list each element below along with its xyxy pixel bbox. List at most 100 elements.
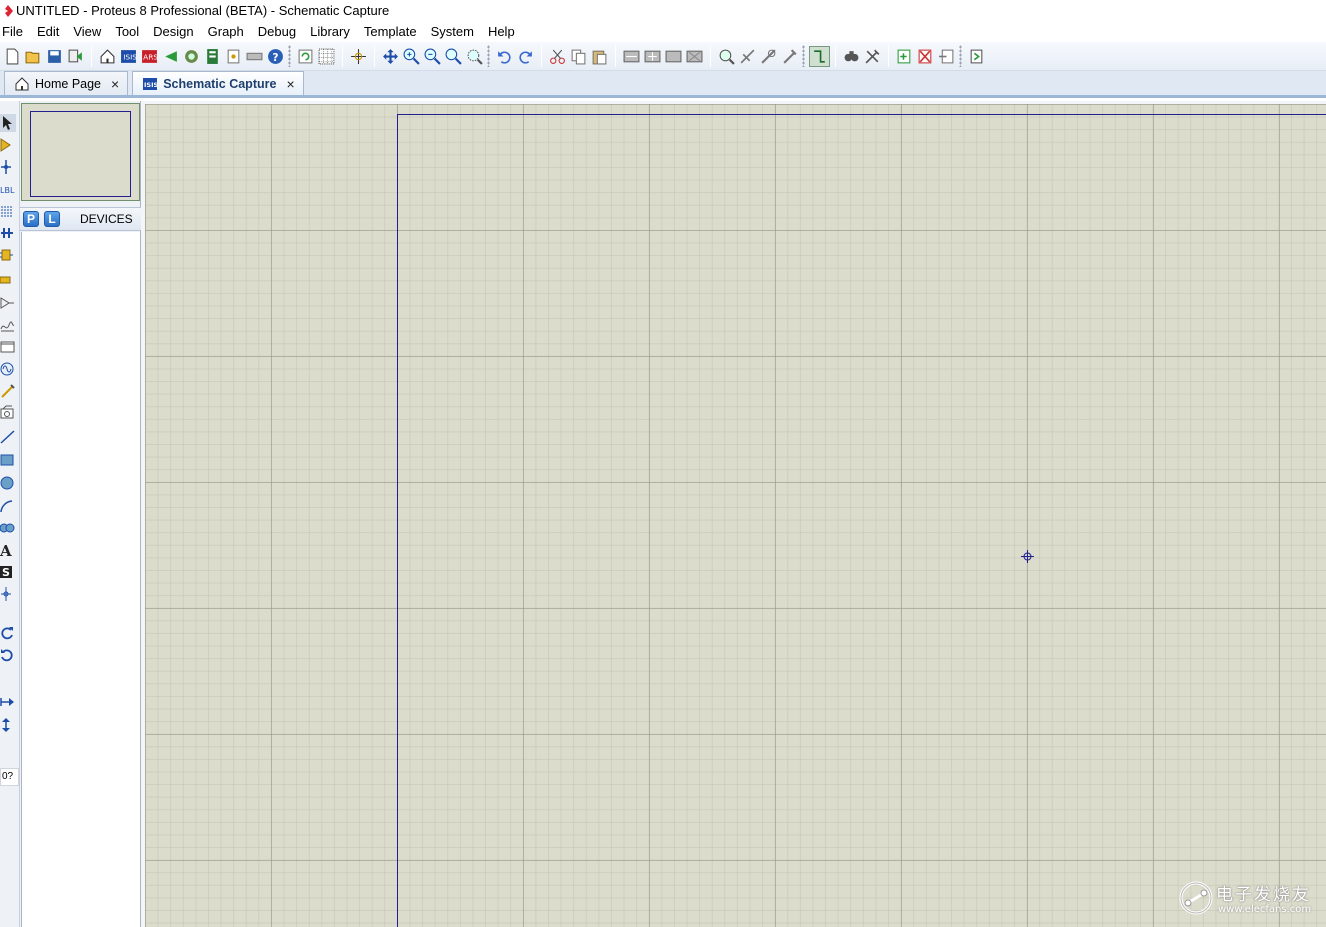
grid-icon[interactable]: [316, 46, 337, 67]
zoom-out-icon[interactable]: [422, 46, 443, 67]
mirror-vertical-icon[interactable]: [0, 716, 16, 734]
pan-icon[interactable]: [380, 46, 401, 67]
block-delete-icon[interactable]: [684, 46, 705, 67]
copy-icon[interactable]: [568, 46, 589, 67]
selection-mode-icon[interactable]: [0, 114, 16, 132]
probe-mode-icon[interactable]: [0, 382, 16, 400]
text-script-icon[interactable]: [0, 202, 16, 220]
overview-window[interactable]: [21, 103, 140, 201]
arc-tool-icon[interactable]: [0, 497, 16, 515]
cut-icon[interactable]: [547, 46, 568, 67]
terminals-mode-icon[interactable]: [0, 271, 16, 289]
circle-tool-icon[interactable]: [0, 474, 16, 492]
wire-autorouter-icon[interactable]: [809, 45, 830, 67]
devices-header: P L DEVICES: [20, 207, 141, 231]
box-tool-icon[interactable]: [0, 451, 16, 469]
menu-file[interactable]: File: [0, 21, 30, 42]
help-icon[interactable]: ?: [265, 46, 286, 67]
save-icon[interactable]: [44, 46, 65, 67]
block-move-icon[interactable]: [642, 46, 663, 67]
overview-sheet-outline: [30, 111, 131, 197]
pick-parts-icon[interactable]: [716, 46, 737, 67]
mirror-horizontal-icon[interactable]: [0, 693, 16, 711]
menu-design[interactable]: Design: [146, 21, 200, 42]
menu-library[interactable]: Library: [303, 21, 357, 42]
tape-icon[interactable]: [244, 46, 265, 67]
menu-system[interactable]: System: [424, 21, 481, 42]
watermark-url: www.elecfans.com: [1218, 904, 1312, 915]
tab-home-page-close-icon[interactable]: ×: [111, 76, 119, 92]
property-assignment-icon[interactable]: [862, 46, 883, 67]
path-tool-icon[interactable]: [0, 519, 16, 537]
rotate-anticlockwise-icon[interactable]: [0, 646, 16, 664]
rotation-angle-field[interactable]: 0?: [0, 768, 19, 786]
zoom-in-icon[interactable]: [401, 46, 422, 67]
origin-icon[interactable]: [348, 46, 369, 67]
search-icon[interactable]: [841, 46, 862, 67]
bus-icon[interactable]: [0, 224, 16, 242]
tape-recorder-icon[interactable]: [0, 338, 16, 356]
menu-help[interactable]: Help: [481, 21, 522, 42]
zoom-all-icon[interactable]: [443, 46, 464, 67]
subcircuit-icon[interactable]: [0, 246, 16, 264]
make-device-icon[interactable]: [737, 46, 758, 67]
schematic-icon: ISIS: [143, 77, 158, 91]
svg-text:ISIS: ISIS: [144, 81, 157, 89]
paste-icon[interactable]: [589, 46, 610, 67]
block-rotate-icon[interactable]: [663, 46, 684, 67]
toolbar-grip[interactable]: [487, 45, 490, 67]
refresh-icon[interactable]: [295, 46, 316, 67]
pcb-icon[interactable]: ARS: [139, 46, 160, 67]
menu-view[interactable]: View: [66, 21, 108, 42]
decompose-icon[interactable]: [779, 46, 800, 67]
gerber-icon[interactable]: [160, 46, 181, 67]
device-pins-icon[interactable]: [0, 294, 16, 312]
text-tool-icon[interactable]: A: [0, 541, 16, 559]
pick-devices-button[interactable]: P: [23, 211, 39, 227]
component-mode-icon[interactable]: [0, 136, 16, 154]
title-bar: UNTITLED - Proteus 8 Professional (BETA)…: [0, 0, 1326, 21]
symbol-tool-icon[interactable]: S: [0, 563, 16, 581]
home-icon[interactable]: [97, 46, 118, 67]
bom-icon[interactable]: [202, 46, 223, 67]
new-icon[interactable]: [2, 46, 23, 67]
redo-icon[interactable]: [515, 46, 536, 67]
side-panel: P L DEVICES: [20, 101, 141, 927]
undo-icon[interactable]: [494, 46, 515, 67]
graph-mode-icon[interactable]: [0, 316, 16, 334]
menu-template[interactable]: Template: [357, 21, 424, 42]
tab-schematic-capture[interactable]: ISIS Schematic Capture ×: [132, 71, 304, 95]
tab-schematic-capture-close-icon[interactable]: ×: [286, 76, 294, 92]
menu-edit[interactable]: Edit: [30, 21, 66, 42]
line-tool-icon[interactable]: [0, 428, 16, 446]
import-icon[interactable]: [65, 46, 86, 67]
library-manager-button[interactable]: L: [44, 211, 60, 227]
junction-dot-icon[interactable]: [0, 158, 16, 176]
tab-home-page[interactable]: Home Page ×: [4, 71, 129, 95]
menu-tool[interactable]: Tool: [108, 21, 146, 42]
rotate-clockwise-icon[interactable]: [0, 624, 16, 642]
schematic-icon[interactable]: ISIS: [118, 46, 139, 67]
menu-graph[interactable]: Graph: [201, 21, 251, 42]
watermark-title: 电子发烧友: [1216, 885, 1311, 905]
open-icon[interactable]: [23, 46, 44, 67]
marker-tool-icon[interactable]: [0, 585, 16, 603]
3d-icon[interactable]: [181, 46, 202, 67]
menu-debug[interactable]: Debug: [251, 21, 303, 42]
toolbar-grip[interactable]: [802, 45, 805, 67]
exit-sheet-icon[interactable]: [936, 46, 957, 67]
wire-label-icon[interactable]: LBL: [0, 180, 16, 198]
generator-mode-icon[interactable]: [0, 360, 16, 378]
design-explorer-icon[interactable]: [223, 46, 244, 67]
virtual-instruments-icon[interactable]: [0, 404, 16, 422]
packaging-icon[interactable]: [758, 46, 779, 67]
zoom-area-icon[interactable]: [464, 46, 485, 67]
devices-list[interactable]: [21, 232, 140, 927]
netlist-icon[interactable]: [966, 46, 987, 67]
new-sheet-icon[interactable]: [894, 46, 915, 67]
block-copy-icon[interactable]: [621, 46, 642, 67]
remove-sheet-icon[interactable]: [915, 46, 936, 67]
document-tab-bar: Home Page × ISIS Schematic Capture ×: [0, 71, 1326, 98]
toolbar-grip[interactable]: [288, 45, 291, 67]
toolbar-grip[interactable]: [959, 45, 962, 67]
